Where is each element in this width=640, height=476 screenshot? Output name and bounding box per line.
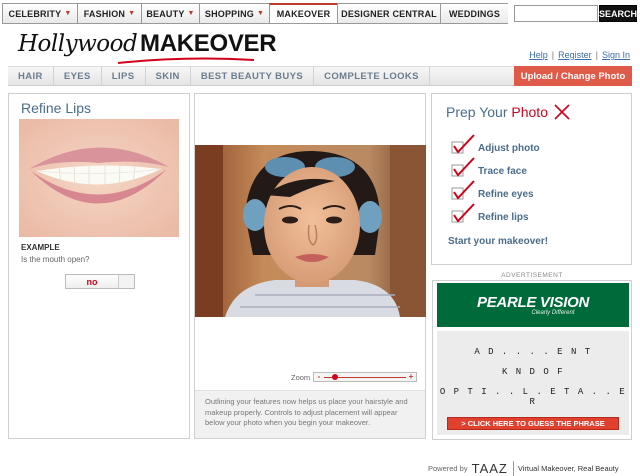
advertisement-label: ADVERTISEMENT [501,272,563,279]
caret-down-icon: ▼ [187,10,195,17]
powered-by: Powered by TAAZ Virtual Makeover, Real B… [428,461,619,476]
panel-title: Refine Lips [21,100,92,116]
zoom-in-icon[interactable]: + [407,373,415,381]
refine-lips-panel: Refine Lips EXAMPLE Is the mouth open? n… [8,93,190,439]
prep-title: Prep Your Photo [446,104,548,120]
ad-tagline: Clearly Different [531,310,575,316]
advertisement[interactable]: PEARLE VISION Clearly Different A D . . … [432,280,632,440]
guess-phrase-button[interactable]: > CLICK HERE TO GUESS THE PHRASE [447,417,619,430]
tab-hair[interactable]: HAIR [8,66,54,86]
nav-shopping[interactable]: SHOPPING ▼ [199,3,269,24]
tab-eyes[interactable]: EYES [54,66,102,86]
step-label: Refine lips [478,211,529,223]
lips-example-image [19,119,179,237]
tab-complete-looks[interactable]: COMPLETE LOOKS [314,66,430,86]
checkmark-icon [451,157,475,177]
caret-down-icon: ▼ [64,10,72,17]
step-label: Trace face [478,165,527,177]
step-adjust-photo[interactable]: Adjust photo [450,134,540,158]
zoom-handle[interactable] [332,374,339,380]
nav-weddings[interactable]: WEDDINGS [440,3,508,24]
checkmark-icon [451,134,475,154]
top-navigation: CELEBRITY ▼ FASHION ▼ BEAUTY ▼ SHOPPING ▼ MA… [2,3,638,24]
sign-in-link[interactable]: Sign In [602,50,630,60]
nav-makeover[interactable]: MAKEOVER [269,3,337,24]
register-link[interactable]: Register [558,50,592,60]
example-label: EXAMPLE [21,243,60,252]
step-trace-face[interactable]: Trace face [450,157,527,181]
ad-brand: PEARLE VISION [477,294,589,311]
caret-down-icon: ▼ [256,10,265,17]
account-links: Help | Register | Sign In [529,50,630,60]
nav-label: DESIGNER CENTRAL [341,8,437,19]
tab-skin[interactable]: SKIN [146,66,191,86]
upload-change-photo-button[interactable]: Upload / Change Photo [514,66,632,86]
help-link[interactable]: Help [529,50,548,60]
logo-text-makeover: MAKEOVER [140,30,277,57]
answer-no-button[interactable]: no [65,274,135,289]
mouth-open-question: Is the mouth open? [21,255,90,264]
prep-title-text: Prep Your [446,104,512,120]
step-refine-eyes[interactable]: Refine eyes [450,180,534,204]
search-input[interactable] [514,5,598,22]
nav-label: MAKEOVER [276,9,331,19]
nav-label: SHOPPING [204,8,254,19]
prep-photo-panel: Prep Your Photo Adjust photo Trace face … [431,93,632,265]
nav-fashion[interactable]: FASHION ▼ [77,3,141,24]
nav-label: FASHION [83,8,126,19]
ad-banner: PEARLE VISION Clearly Different [437,283,629,327]
step-refine-lips[interactable]: Refine lips [450,203,529,227]
nav-label: CELEBRITY [8,8,62,19]
step-label: Adjust photo [478,142,540,154]
ad-phrase-line: A D . . . . E N T [474,347,592,357]
zoom-slider[interactable]: - + [313,372,417,382]
user-photo[interactable] [195,145,426,317]
nav-designer-central[interactable]: DESIGNER CENTRAL [337,3,440,24]
nav-label: BEAUTY [146,8,185,19]
ad-phrase-line: O P T I . . L . E T A . . E R [439,387,627,407]
answer-label: no [86,276,98,287]
answer-toggle[interactable] [118,275,134,288]
nav-celebrity[interactable]: CELEBRITY ▼ [2,3,77,24]
caret-down-icon: ▼ [128,10,136,17]
prep-title-highlight: Photo [511,104,548,120]
zoom-label: Zoom [291,373,311,382]
start-makeover-link[interactable]: Start your makeover! [448,236,548,247]
taaz-logo[interactable]: TAAZ [472,461,514,476]
makeover-subnav: HAIR EYES LIPS SKIN BEST BEAUTY BUYS COM… [8,66,632,86]
powered-by-label: Powered by [428,464,468,473]
nav-label: WEDDINGS [448,8,501,19]
step-label: Refine eyes [478,188,534,200]
separator: | [595,50,598,60]
ad-puzzle: A D . . . . E N T K N D O F O P T I . . … [437,331,629,435]
logo-text-hollywood: Hollywood [18,31,138,57]
search-button[interactable]: SEARCH [599,5,637,22]
photo-panel: Zoom - + Outlining your features now hel… [194,93,426,439]
nav-beauty[interactable]: BEAUTY ▼ [141,3,199,24]
tab-best-beauty-buys[interactable]: BEST BEAUTY BUYS [191,66,315,86]
checkmark-icon [451,203,475,223]
tab-lips[interactable]: LIPS [102,66,146,86]
taaz-slogan: Virtual Makeover, Real Beauty [517,464,619,473]
photo-instructions: Outlining your features now helps us pla… [195,390,425,438]
checkmark-icon [451,180,475,200]
logo-swoosh-icon [117,57,255,64]
separator: | [551,50,555,60]
site-logo[interactable]: Hollywood MAKEOVER [18,30,277,64]
ad-phrase-line: K N D O F [501,367,565,377]
zoom-out-icon[interactable]: - [315,373,323,381]
close-x-icon [554,104,570,120]
